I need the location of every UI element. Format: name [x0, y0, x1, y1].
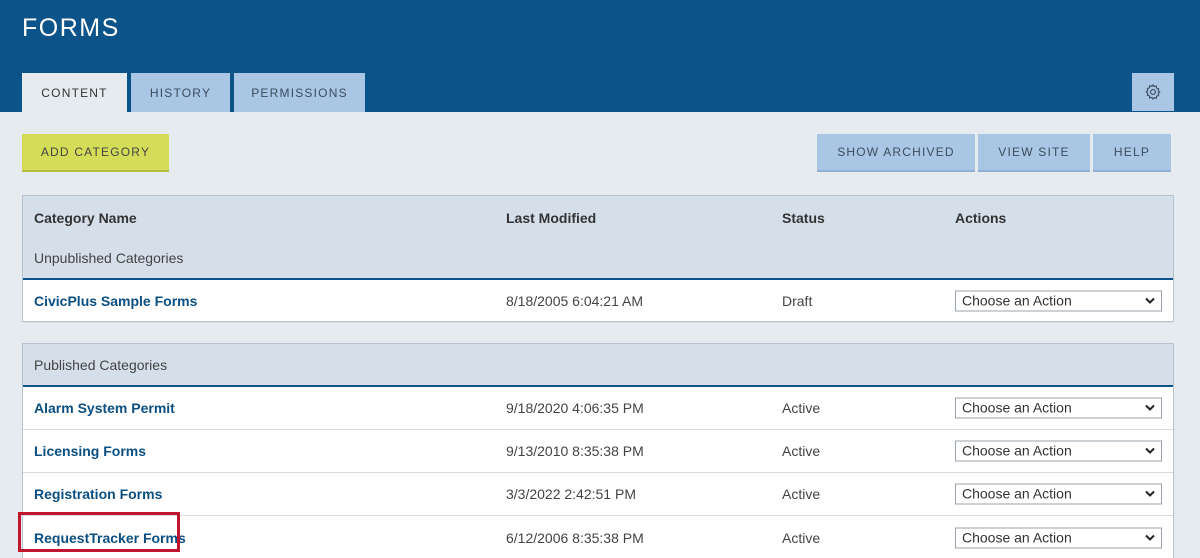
table-header: Category Name Last Modified Status Actio…: [23, 196, 1173, 280]
add-category-button[interactable]: ADD CATEGORY: [22, 134, 169, 172]
last-modified: 3/3/2022 2:42:51 PM: [506, 486, 636, 502]
status-text: Active: [782, 400, 821, 416]
published-categories-table: Published Categories Alarm System Permit…: [22, 343, 1174, 558]
category-name-link[interactable]: Alarm System Permit: [34, 400, 175, 416]
column-header-status: Status: [782, 210, 825, 226]
table-header: Published Categories: [23, 344, 1173, 387]
table-row: Registration Forms 3/3/2022 2:42:51 PM A…: [23, 473, 1173, 516]
chevron-down-icon: [1145, 490, 1155, 497]
chevron-down-icon: [1145, 297, 1155, 304]
action-select[interactable]: Choose an Action: [955, 527, 1162, 548]
category-name-link[interactable]: RequestTracker Forms: [34, 530, 186, 546]
tab-content[interactable]: CONTENT: [22, 73, 127, 112]
status-text: Active: [782, 486, 821, 502]
tab-permissions[interactable]: PERMISSIONS: [234, 73, 365, 112]
category-name-link[interactable]: CivicPlus Sample Forms: [34, 293, 197, 309]
action-select[interactable]: Choose an Action: [955, 483, 1162, 505]
column-header-name: Category Name: [34, 210, 137, 226]
category-name-link[interactable]: Registration Forms: [34, 486, 162, 502]
table-row: RequestTracker Forms 6/12/2006 8:35:38 P…: [23, 516, 1173, 558]
action-select-value: Choose an Action: [962, 292, 1072, 309]
table-row: CivicPlus Sample Forms 8/18/2005 6:04:21…: [23, 280, 1173, 323]
last-modified: 6/12/2006 8:35:38 PM: [506, 529, 644, 546]
last-modified: 9/18/2020 4:06:35 PM: [506, 400, 644, 416]
column-header-actions: Actions: [955, 210, 1007, 226]
section-label-unpublished: Unpublished Categories: [34, 250, 184, 266]
show-archived-button[interactable]: SHOW ARCHIVED: [817, 134, 975, 172]
action-select[interactable]: Choose an Action: [955, 290, 1162, 312]
view-site-button[interactable]: VIEW SITE: [978, 134, 1090, 172]
tab-history[interactable]: HISTORY: [131, 73, 230, 112]
action-select-value: Choose an Action: [962, 529, 1072, 545]
action-select-value: Choose an Action: [962, 442, 1072, 459]
action-select[interactable]: Choose an Action: [955, 397, 1162, 419]
section-label-published: Published Categories: [34, 357, 168, 373]
help-button[interactable]: HELP: [1093, 134, 1171, 172]
settings-button[interactable]: [1132, 73, 1174, 111]
table-row: Alarm System Permit 9/18/2020 4:06:35 PM…: [23, 387, 1173, 430]
table-row: Licensing Forms 9/13/2010 8:35:38 PM Act…: [23, 430, 1173, 473]
last-modified: 8/18/2005 6:04:21 AM: [506, 293, 643, 309]
chevron-down-icon: [1145, 534, 1155, 541]
action-select-value: Choose an Action: [962, 399, 1072, 416]
status-text: Active: [782, 443, 821, 459]
page-title: FORMS: [22, 14, 120, 42]
chevron-down-icon: [1145, 447, 1155, 454]
status-text: Draft: [782, 293, 813, 309]
action-select-value: Choose an Action: [962, 485, 1072, 502]
gear-icon: [1145, 83, 1161, 101]
app-header: FORMS CONTENT HISTORY PERMISSIONS: [0, 0, 1200, 112]
column-header-modified: Last Modified: [506, 210, 597, 226]
category-name-link[interactable]: Licensing Forms: [34, 443, 146, 459]
chevron-down-icon: [1145, 404, 1155, 411]
status-text: Active: [782, 529, 821, 546]
unpublished-categories-table: Category Name Last Modified Status Actio…: [22, 195, 1174, 323]
last-modified: 9/13/2010 8:35:38 PM: [506, 443, 644, 459]
action-select[interactable]: Choose an Action: [955, 440, 1162, 462]
